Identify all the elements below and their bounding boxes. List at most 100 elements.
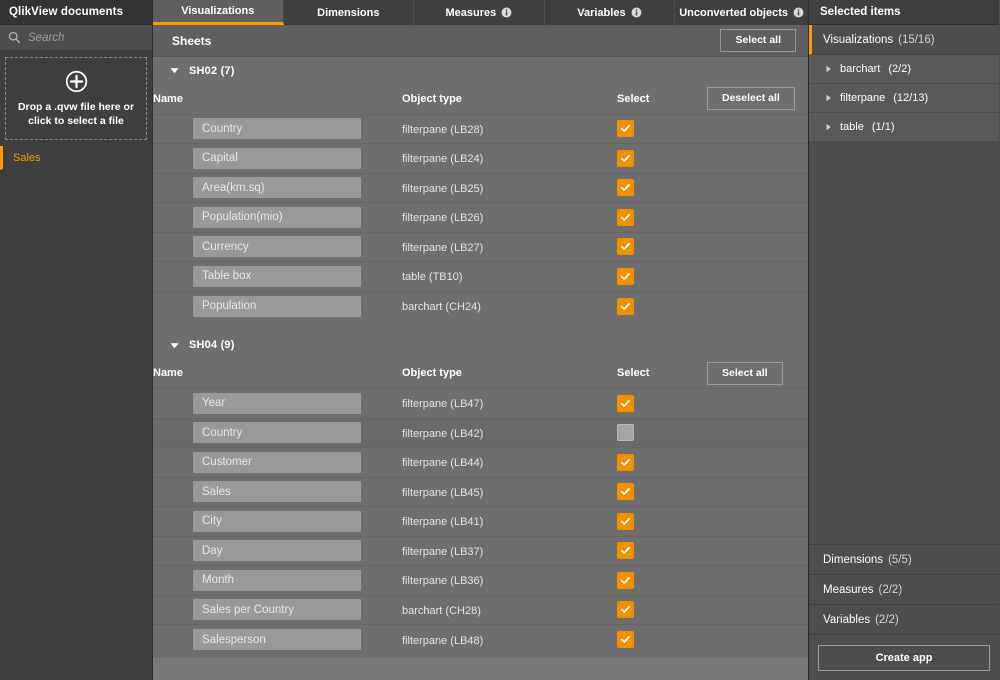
tab-dimensions[interactable]: Dimensions	[284, 0, 415, 25]
row-checkbox[interactable]	[617, 601, 634, 618]
sheets-scroll-area[interactable]: SH02 (7) Name Object type Select Deselec…	[153, 57, 808, 658]
tab-label: Unconverted objects	[679, 7, 788, 19]
row-name-cell: City	[153, 507, 402, 537]
selected-subgroup-barchart[interactable]: barchart (2/2)	[809, 55, 999, 84]
tab-measures[interactable]: Measures	[414, 0, 545, 25]
group-footer-spacer	[153, 654, 808, 658]
tab-variables[interactable]: Variables	[545, 0, 676, 25]
row-checkbox[interactable]	[617, 395, 634, 412]
column-header-object-type: Object type	[402, 84, 617, 114]
row-name-cell: Area(km.sq)	[153, 173, 402, 203]
table-row[interactable]: Table box table (TB10)	[153, 262, 808, 292]
chevron-right-icon[interactable]	[825, 65, 832, 73]
chevron-right-icon[interactable]	[825, 123, 832, 131]
object-name: Sales per Country	[193, 599, 361, 620]
row-select-cell	[617, 291, 707, 321]
table-row[interactable]: Capital filterpane (LB24)	[153, 144, 808, 174]
selected-subgroup-filterpane[interactable]: filterpane (12/13)	[809, 84, 999, 113]
deselect-all-button[interactable]: Deselect all	[707, 87, 795, 110]
table-row[interactable]: Salesperson filterpane (LB48)	[153, 625, 808, 655]
table-row[interactable]: Population barchart (CH24)	[153, 291, 808, 321]
object-name: Year	[193, 393, 361, 414]
document-item-label: Sales	[13, 152, 41, 164]
info-icon[interactable]	[501, 7, 512, 18]
document-list: Sales	[0, 146, 152, 170]
row-checkbox[interactable]	[617, 209, 634, 226]
row-checkbox[interactable]	[617, 572, 634, 589]
table-row[interactable]: Day filterpane (LB37)	[153, 536, 808, 566]
row-checkbox[interactable]	[617, 268, 634, 285]
table-row[interactable]: Area(km.sq) filterpane (LB25)	[153, 173, 808, 203]
selected-subgroup-table[interactable]: table (1/1)	[809, 113, 999, 142]
row-name-cell: Day	[153, 536, 402, 566]
column-header-object-type: Object type	[402, 359, 617, 389]
row-type-cell: barchart (CH24)	[402, 291, 617, 321]
table-row[interactable]: Month filterpane (LB36)	[153, 566, 808, 596]
chevron-down-icon[interactable]	[170, 66, 179, 75]
object-name: Population(mio)	[193, 207, 361, 228]
plus-circle-icon	[65, 70, 88, 93]
selected-group-measures[interactable]: Measures (2/2)	[809, 574, 999, 604]
info-icon[interactable]	[631, 7, 642, 18]
row-name-cell: Capital	[153, 144, 402, 174]
row-name-cell: Salesperson	[153, 625, 402, 655]
row-checkbox[interactable]	[617, 179, 634, 196]
info-icon[interactable]	[793, 7, 804, 18]
table-row[interactable]: Year filterpane (LB47)	[153, 389, 808, 419]
row-type-cell: filterpane (LB37)	[402, 536, 617, 566]
row-type-cell: filterpane (LB45)	[402, 477, 617, 507]
row-checkbox[interactable]	[617, 238, 634, 255]
table-row[interactable]: Country filterpane (LB42)	[153, 418, 808, 448]
row-checkbox[interactable]	[617, 298, 634, 315]
selected-group-variables[interactable]: Variables (2/2)	[809, 604, 999, 634]
table-row[interactable]: Customer filterpane (LB44)	[153, 448, 808, 478]
row-checkbox[interactable]	[617, 424, 634, 441]
table-body: Year filterpane (LB47) Country fil	[153, 389, 808, 655]
table-row[interactable]: Currency filterpane (LB27)	[153, 232, 808, 262]
table-row[interactable]: City filterpane (LB41)	[153, 507, 808, 537]
document-item-sales[interactable]: Sales	[0, 146, 152, 170]
file-dropzone[interactable]: Drop a .qvw file here or click to select…	[5, 57, 147, 140]
table-row[interactable]: Sales per Country barchart (CH28)	[153, 595, 808, 625]
row-select-cell	[617, 262, 707, 292]
row-name-cell: Table box	[153, 262, 402, 292]
object-type: barchart (CH28)	[402, 605, 481, 617]
row-name-cell: Country	[153, 418, 402, 448]
selected-group-label: Measures	[823, 584, 874, 596]
row-checkbox[interactable]	[617, 542, 634, 559]
select-all-sheets-button[interactable]: Select all	[720, 29, 796, 52]
table-row[interactable]: Sales filterpane (LB45)	[153, 477, 808, 507]
row-checkbox[interactable]	[617, 483, 634, 500]
selected-group-dimensions[interactable]: Dimensions (5/5)	[809, 544, 999, 574]
row-checkbox[interactable]	[617, 631, 634, 648]
search-bar[interactable]	[0, 25, 152, 51]
column-header-select: Select	[617, 359, 707, 389]
chevron-down-icon[interactable]	[170, 341, 179, 350]
sheet-group-header[interactable]: SH02 (7)	[153, 57, 808, 84]
table-row[interactable]: Population(mio) filterpane (LB26)	[153, 203, 808, 233]
object-type: filterpane (LB41)	[402, 516, 483, 528]
row-checkbox[interactable]	[617, 454, 634, 471]
object-type: filterpane (LB24)	[402, 153, 483, 165]
chevron-right-icon[interactable]	[825, 94, 832, 102]
row-checkbox[interactable]	[617, 513, 634, 530]
row-select-cell	[617, 418, 707, 448]
create-app-button[interactable]: Create app	[818, 645, 990, 671]
row-checkbox[interactable]	[617, 150, 634, 167]
select-all-group-button[interactable]: Select all	[707, 362, 783, 385]
object-type: barchart (CH24)	[402, 301, 481, 313]
object-name: Salesperson	[193, 629, 361, 650]
table-row[interactable]: Country filterpane (LB28)	[153, 114, 808, 144]
tab-label: Variables	[577, 7, 625, 19]
object-name: Country	[193, 422, 361, 443]
selected-group-visualizations[interactable]: Visualizations (15/16)	[809, 25, 999, 55]
row-action-cell	[707, 232, 808, 262]
tab-visualizations[interactable]: Visualizations	[153, 0, 284, 25]
sheet-group-name: SH04 (9)	[189, 339, 235, 351]
search-input[interactable]	[28, 32, 138, 44]
tab-unconverted-objects[interactable]: Unconverted objects	[675, 0, 808, 25]
sidebar-header: QlikView documents	[0, 0, 152, 25]
sheet-group-header[interactable]: SH04 (9)	[153, 332, 808, 359]
object-type: filterpane (LB48)	[402, 635, 483, 647]
row-checkbox[interactable]	[617, 120, 634, 137]
